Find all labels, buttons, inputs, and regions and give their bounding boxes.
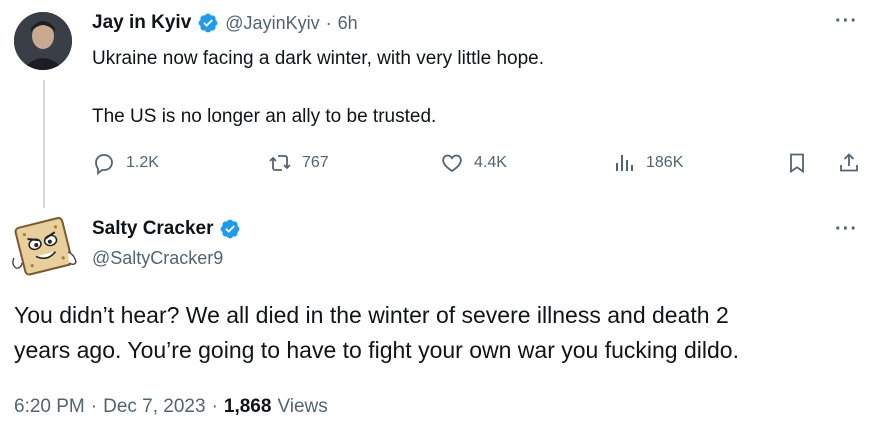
views-button[interactable]: 186K [612,151,683,175]
bookmark-button[interactable] [785,151,809,175]
post-date[interactable]: Dec 7, 2023 [103,396,205,418]
avatar-jay-in-kyiv[interactable] [14,12,72,70]
views-label: Views [277,396,328,417]
cracker-mascot-image [12,217,77,276]
tweet1-header: Jay in Kyiv @JayinKyiv · 6h [92,12,358,34]
tweet2-text-line2: years ago. You’re going to have to fight… [14,337,739,363]
reply-button[interactable]: 1.2K [92,151,159,175]
repost-button[interactable]: 767 [268,151,329,175]
tweet2-header: Salty Cracker [92,218,241,240]
author-name[interactable]: Jay in Kyiv [92,12,191,34]
more-options-icon[interactable]: ··· [835,10,858,33]
repost-icon [269,155,291,171]
verified-badge-icon[interactable] [197,12,219,34]
like-button[interactable]: 4.4K [440,151,507,175]
tweet1-text-line2: The US is no longer an ally to be truste… [92,106,437,127]
tweet2-text-line1: You didn’t hear? We all died in the wint… [14,302,729,328]
separator-dot: · [211,396,218,417]
repost-count: 767 [302,154,329,171]
avatar-salty-cracker[interactable] [10,212,80,282]
author-name[interactable]: Salty Cracker [92,218,213,240]
like-count: 4.4K [474,154,507,171]
like-icon [442,154,462,173]
avatar-image [14,12,72,70]
author-handle[interactable]: @JayinKyiv [225,13,319,34]
separator-dot: · [325,12,332,33]
share-button[interactable] [837,151,861,175]
bookmark-icon [790,153,804,174]
views-count: 186K [646,154,684,171]
tweet2-footer: 6:20 PM · Dec 7, 2023 · 1,868 Views [14,396,328,418]
tweet1-text-line1: Ukraine now facing a dark winter, with v… [92,48,544,69]
more-options-icon[interactable]: ··· [835,218,858,241]
verified-badge-icon[interactable] [219,218,241,240]
author-handle[interactable]: @SaltyCracker9 [92,248,223,269]
post-time[interactable]: 6:20 PM [14,396,85,418]
thread-connector-line [43,80,45,208]
timestamp[interactable]: 6h [338,13,358,34]
views-total[interactable]: 1,868 [224,396,272,418]
reply-count: 1.2K [126,154,159,171]
separator-dot: · [90,396,98,417]
views-icon [616,155,633,171]
share-icon [840,153,858,172]
reply-icon [95,154,113,175]
